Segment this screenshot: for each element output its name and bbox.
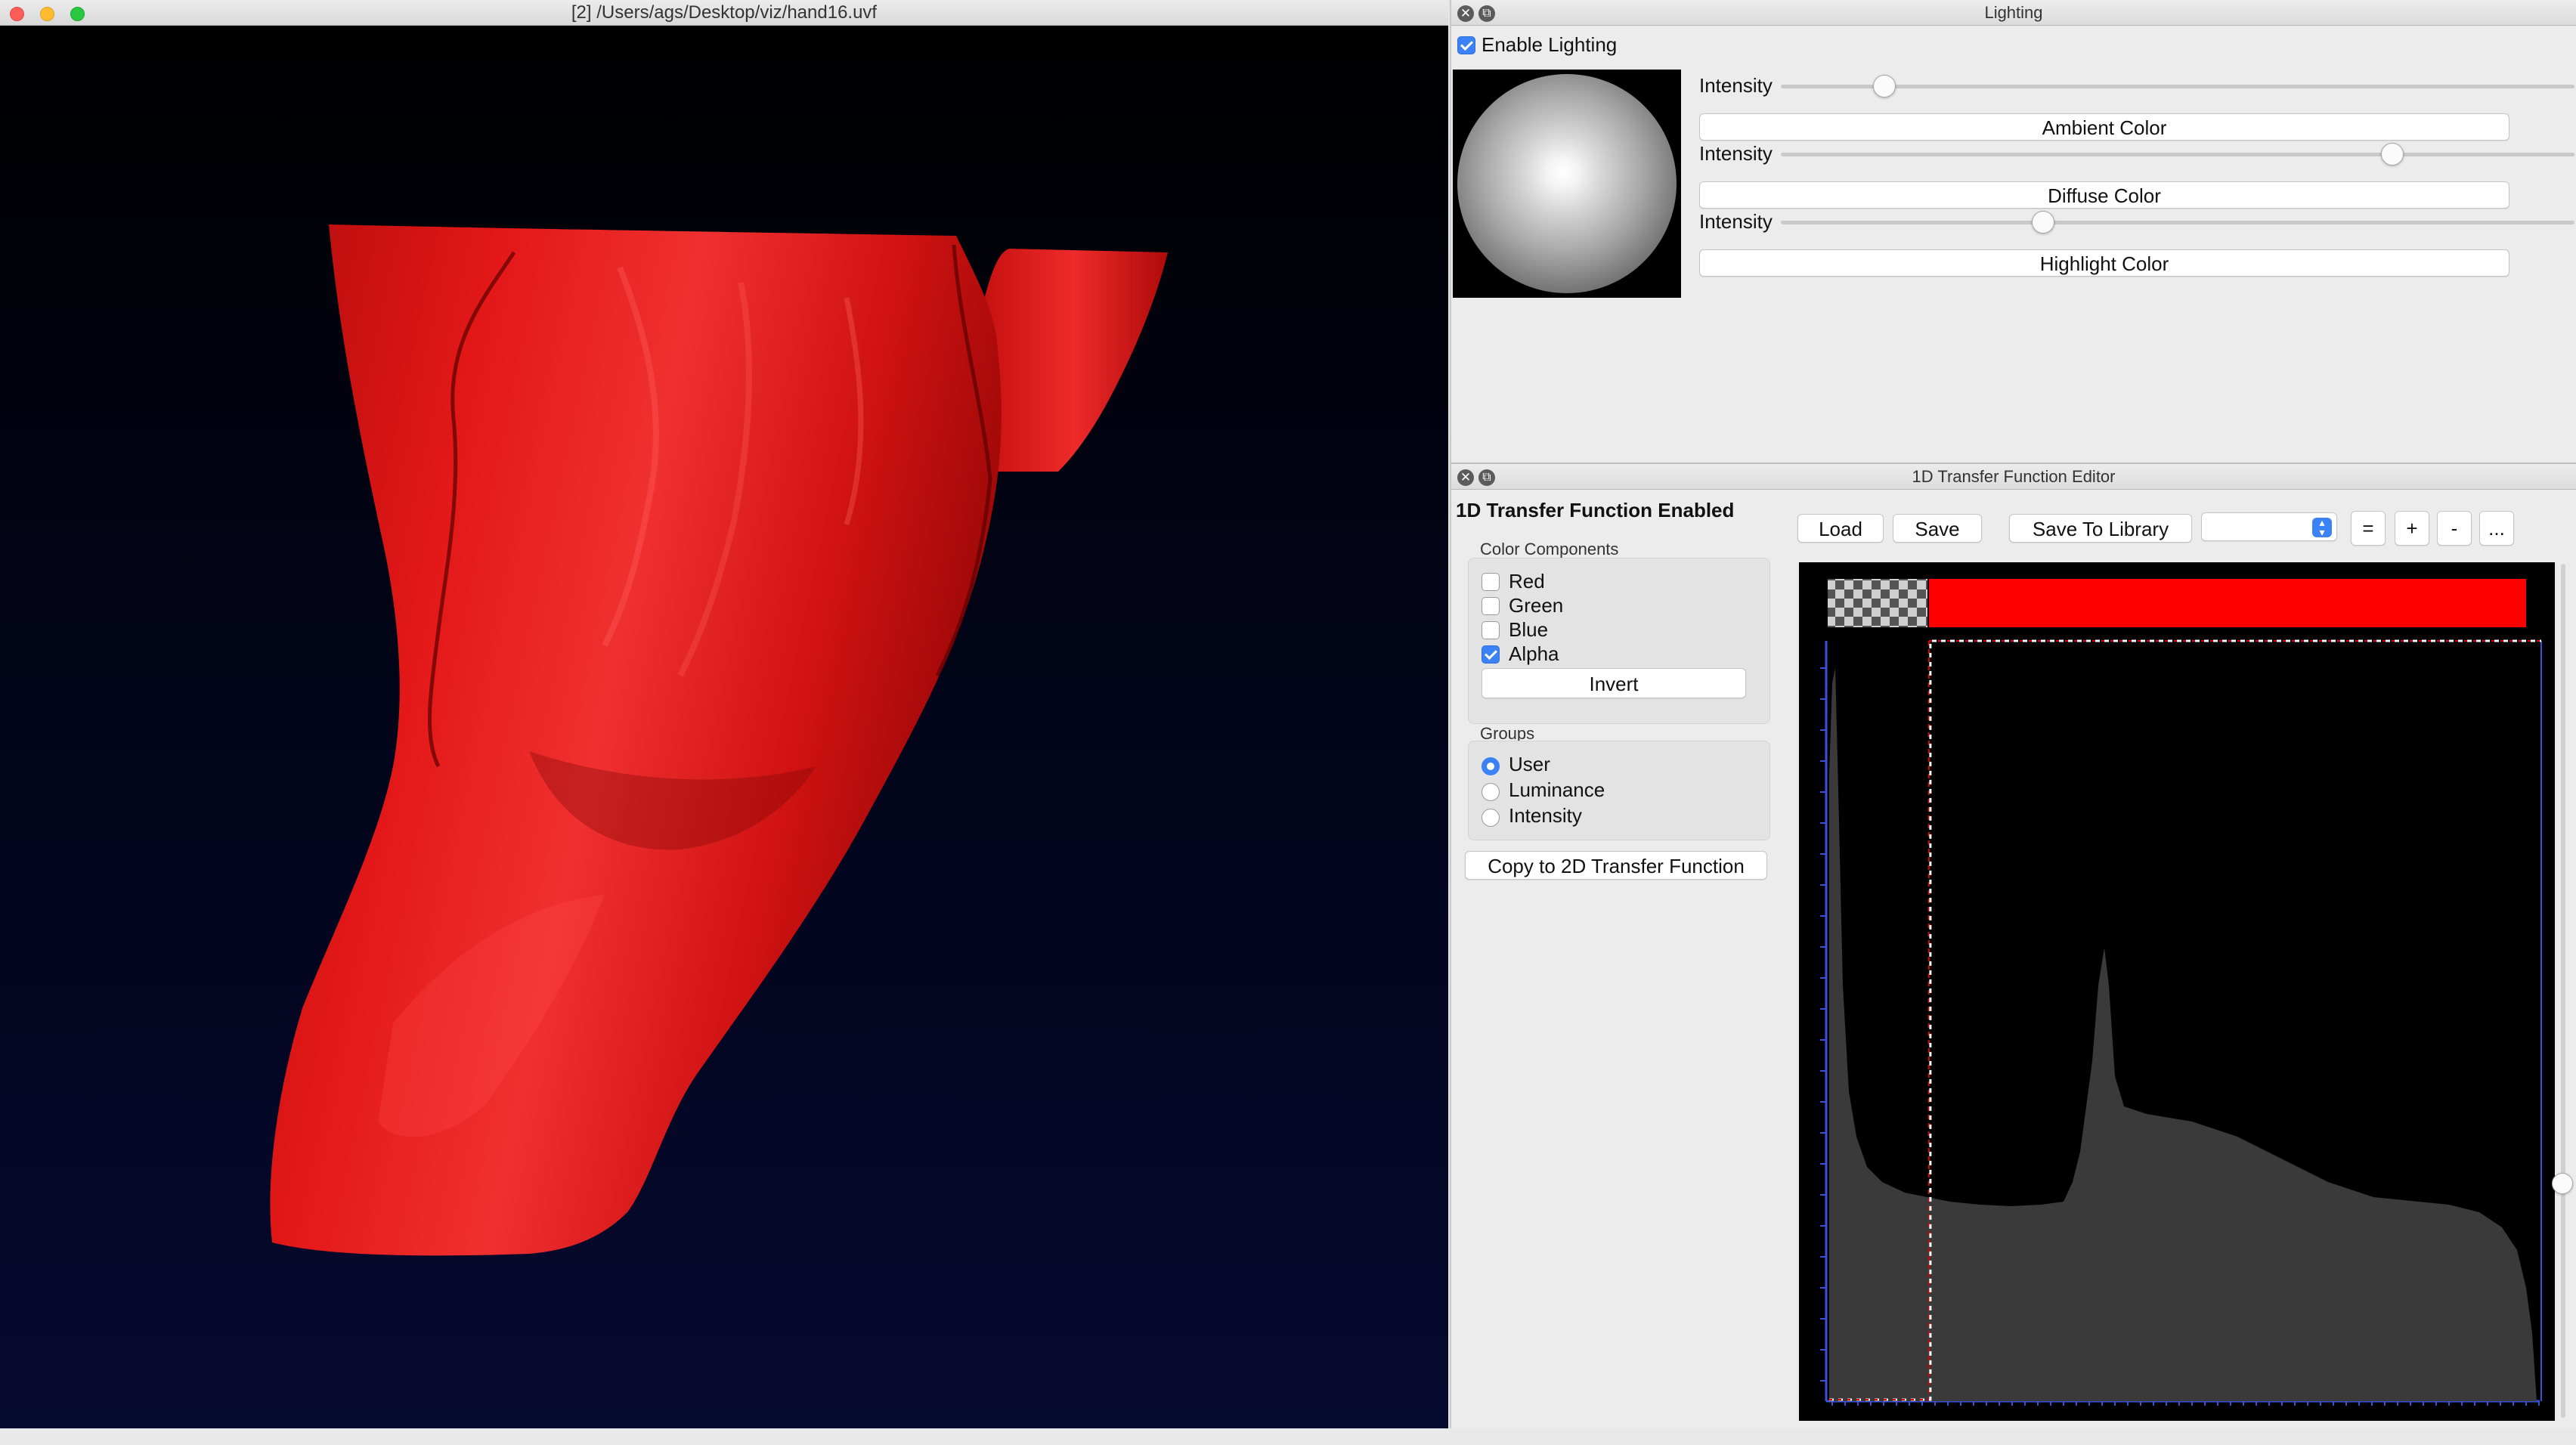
render-titlebar: [2] /Users/ags/Desktop/viz/hand16.uvf [0,0,1448,26]
blue-label: Blue [1509,618,1549,641]
lighting-title: Lighting [1984,3,2043,22]
diffuse-intensity-slider[interactable] [1781,153,2574,156]
close-icon[interactable]: ✕ [1457,5,1474,22]
lighting-panel: Lighting ✕ ⧉ Enable Lighting Intensity A… [1450,0,2576,463]
green-checkbox[interactable] [1482,597,1500,615]
highlight-intensity-label: Intensity [1699,210,1773,233]
user-label: User [1509,753,1550,775]
status-strip [0,1428,2576,1445]
invert-button[interactable]: Invert [1482,668,1746,698]
light-sphere [1457,74,1677,293]
red-label: Red [1509,570,1545,593]
luminance-radio[interactable] [1482,783,1500,801]
float-icon[interactable]: ⧉ [1478,469,1495,486]
enable-lighting-label: Enable Lighting [1482,33,1618,56]
float-icon[interactable]: ⧉ [1478,5,1495,22]
equal-button[interactable]: = [2351,511,2386,546]
library-select[interactable]: ▴ ▾ [2201,512,2337,541]
alpha-checkbox[interactable] [1482,645,1500,664]
colorbar-transparent [1828,579,1927,627]
minus-button[interactable]: - [2437,511,2472,546]
chevron-updown-icon: ▴ ▾ [2312,517,2332,537]
volume-render-viewport[interactable] [0,26,1448,1428]
thumb-shape [980,249,1168,472]
save-button[interactable]: Save [1893,514,1982,543]
highlight-color-button[interactable]: Highlight Color [1699,249,2509,277]
ambient-intensity-label: Intensity [1699,74,1773,97]
hand-shape [270,224,1002,1256]
alpha-label: Alpha [1509,642,1559,665]
intensity-radio[interactable] [1482,809,1500,827]
transfer-function-canvas[interactable] [1799,562,2555,1421]
copy-to-2d-button[interactable]: Copy to 2D Transfer Function [1465,851,1767,880]
diffuse-color-button[interactable]: Diffuse Color [1699,181,2509,209]
tf-title: 1D Transfer Function Editor [1912,467,2116,486]
tf-plot [1820,579,2542,1406]
window-title: [2] /Users/ags/Desktop/viz/hand16.uvf [571,2,878,23]
tf-toolbar: Load Save Save To Library ▴ ▾ = + - ... [1793,503,2574,556]
intensity-label: Intensity [1509,804,1582,827]
scrollbar-knob[interactable] [2552,1173,2573,1194]
vertical-scrollbar[interactable] [2561,564,2565,1418]
luminance-label: Luminance [1509,778,1605,801]
enable-lighting-checkbox[interactable] [1457,36,1475,54]
load-button[interactable]: Load [1797,514,1884,543]
lighting-titlebar: Lighting ✕ ⧉ [1451,0,2576,26]
red-checkbox[interactable] [1482,573,1500,591]
tf-status: 1D Transfer Function Enabled [1456,499,1735,521]
diffuse-intensity-label: Intensity [1699,142,1773,165]
more-button[interactable]: ... [2479,511,2514,546]
ambient-intensity-knob[interactable] [1872,75,1896,97]
blue-checkbox[interactable] [1482,621,1500,639]
volume-rendering [270,224,1168,1256]
diffuse-intensity-knob[interactable] [2380,143,2404,166]
ambient-color-button[interactable]: Ambient Color [1699,113,2509,141]
render-window: [2] /Users/ags/Desktop/viz/hand16.uvf [0,0,1448,1428]
user-radio[interactable] [1482,757,1500,775]
colorbar-red [1928,579,2526,627]
highlight-intensity-knob[interactable] [2031,211,2054,234]
histogram [1829,668,2537,1401]
plus-button[interactable]: + [2395,511,2429,546]
close-icon[interactable]: ✕ [1457,469,1474,486]
color-components-heading: Color Components [1480,540,1619,559]
tf-titlebar: 1D Transfer Function Editor ✕ ⧉ [1451,464,2576,490]
light-preview [1453,70,1681,298]
highlight-intensity-slider[interactable] [1781,221,2574,224]
save-to-library-button[interactable]: Save To Library [2009,514,2192,543]
green-label: Green [1509,594,1564,617]
ambient-intensity-slider[interactable] [1781,85,2574,88]
transfer-function-panel: 1D Transfer Function Editor ✕ ⧉ 1D Trans… [1450,463,2576,1428]
